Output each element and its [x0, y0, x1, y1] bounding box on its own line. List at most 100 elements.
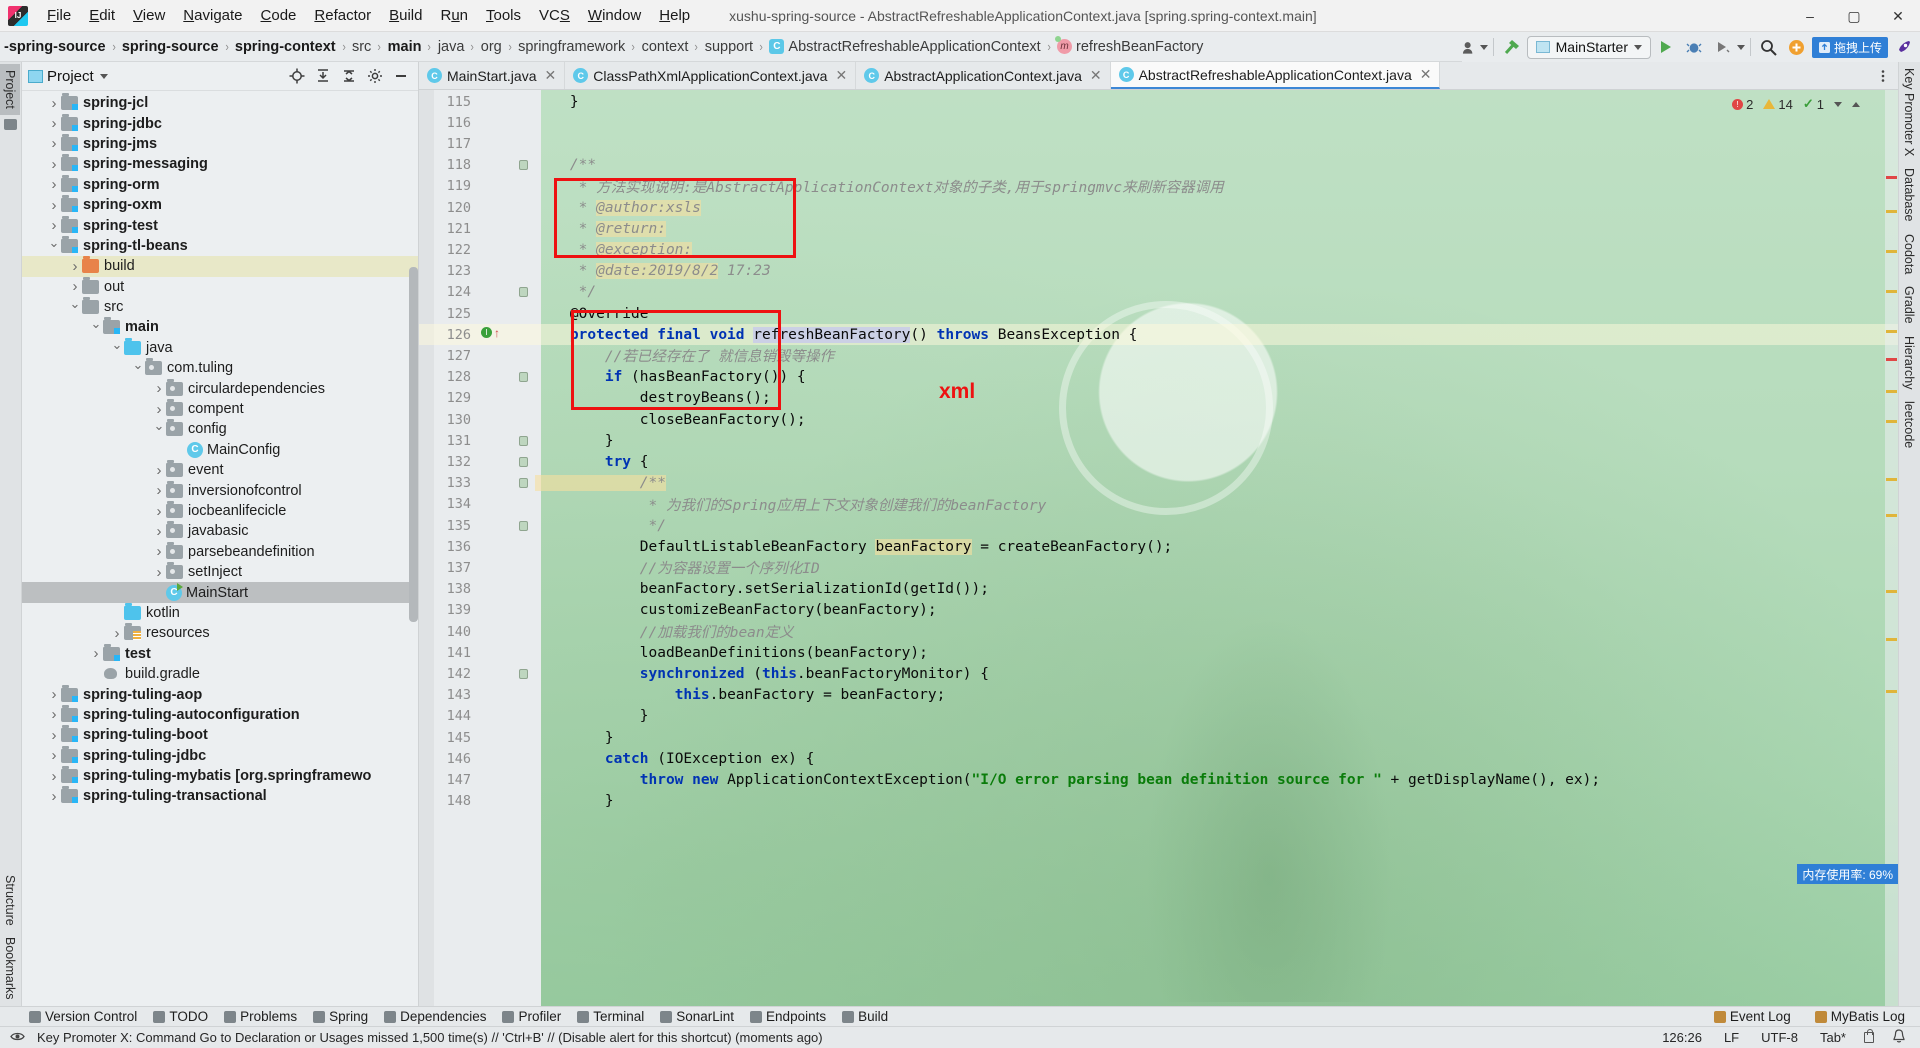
chevron-right-icon[interactable]	[47, 176, 61, 193]
gutter-marker[interactable]: I ↑	[475, 324, 527, 345]
gutter-marker[interactable]	[475, 112, 527, 133]
chevron-down-icon[interactable]	[99, 73, 108, 79]
gutter-marker[interactable]	[475, 303, 527, 324]
plugin-add-icon[interactable]	[1784, 35, 1810, 59]
tree-node-build-gradle[interactable]: build.gradle	[22, 664, 418, 684]
bottom-bar-buttons[interactable]: Version Control TODO Problems Spring Depende…	[22, 1008, 895, 1025]
tool-tab-gradle[interactable]: Gradle	[1899, 280, 1919, 330]
code-fold-marker[interactable]	[519, 160, 528, 171]
breadcrumb-item-main[interactable]: main	[384, 39, 426, 55]
gutter-marker[interactable]	[475, 239, 527, 260]
menu-navigate[interactable]: Navigate	[174, 3, 251, 28]
stripe-marker[interactable]	[1886, 420, 1897, 423]
tree-node-resources[interactable]: resources	[22, 623, 418, 643]
ok-count-chip[interactable]: ✓ 1	[1803, 96, 1824, 112]
project-tree[interactable]: spring-jcl spring-jdbc spring-jms spring-me…	[22, 91, 418, 1006]
code-line-141[interactable]: 141 loadBeanDefinitions(beanFactory);	[419, 642, 1898, 663]
tool-tab-database[interactable]: Database	[1899, 162, 1919, 228]
chevron-right-icon[interactable]	[152, 462, 166, 479]
stripe-marker[interactable]	[1886, 210, 1897, 213]
chevron-down-icon[interactable]	[152, 421, 166, 437]
stripe-marker[interactable]	[1886, 176, 1897, 179]
tool-tab-bookmarks[interactable]: Bookmarks	[0, 931, 20, 1006]
expand-all-icon[interactable]	[312, 65, 334, 87]
close-tab-icon[interactable]: ✕	[1090, 67, 1102, 84]
tree-node-spring-tl-beans[interactable]: spring-tl-beans	[22, 235, 418, 256]
tree-node-spring-tuling-boot[interactable]: spring-tuling-boot	[22, 725, 418, 745]
code-editor[interactable]: 115 } 116 117 118 /** 119 * 方法实现说明:是Abstract…	[419, 90, 1898, 1006]
bottom-tab-build[interactable]: Build	[835, 1008, 895, 1025]
tree-node-com-tuling[interactable]: com.tuling	[22, 358, 418, 378]
gutter-marker[interactable]	[475, 388, 527, 409]
tree-node-kotlin[interactable]: kotlin	[22, 602, 418, 623]
chevron-right-icon[interactable]	[47, 727, 61, 744]
tree-node-iocbeanlifecicle[interactable]: iocbeanlifecicle	[22, 501, 418, 521]
tool-tab-project[interactable]: Project	[0, 64, 20, 115]
breadcrumb-item-springframework[interactable]: springframework	[514, 39, 629, 55]
tree-node-circulardependencies[interactable]: circulardependencies	[22, 378, 418, 398]
tree-node-spring-tuling-aop[interactable]: spring-tuling-aop	[22, 684, 418, 704]
rocket-icon[interactable]	[1890, 35, 1916, 59]
chevron-right-icon[interactable]	[152, 380, 166, 397]
override-arrow-icon[interactable]: ↑	[494, 326, 500, 340]
project-tool-window[interactable]: Project spring-jclspring-jdbcspring-jmss…	[22, 62, 419, 1006]
code-text[interactable]: protected final void refreshBeanFactory(…	[527, 326, 1137, 343]
code-line-134[interactable]: 134 * 为我们的Spring应用上下文对象创建我们的beanFactory	[419, 494, 1898, 515]
code-text[interactable]: DefaultListableBeanFactory beanFactory =…	[527, 538, 1172, 555]
menu-window[interactable]: Window	[579, 3, 650, 28]
code-line-133[interactable]: 133 /**	[419, 473, 1898, 494]
code-line-145[interactable]: 145 }	[419, 727, 1898, 748]
code-text[interactable]: destroyBeans();	[527, 390, 771, 406]
editor-tabs[interactable]: C MainStart.java ✕ C ClassPathXmlApplication…	[419, 62, 1441, 89]
code-line-123[interactable]: 123 * @date:2019/8/2 17:23	[419, 261, 1898, 282]
code-line-148[interactable]: 148 }	[419, 791, 1898, 812]
breadcrumb-item-context[interactable]: context	[638, 39, 693, 55]
gutter-marker[interactable]	[475, 197, 527, 218]
editor-area[interactable]: C MainStart.java ✕ C ClassPathXmlApplication…	[419, 62, 1898, 1006]
tree-node-spring-tuling-mybatis-org-springframewo[interactable]: spring-tuling-mybatis [org.springframewo	[22, 766, 418, 786]
tree-node-test[interactable]: test	[22, 643, 418, 664]
code-text[interactable]: }	[527, 433, 614, 449]
status-inspection-eye-icon[interactable]	[6, 1028, 29, 1048]
code-line-127[interactable]: 127 //若已经存在了 就信息销毁等操作	[419, 345, 1898, 366]
chevron-right-icon[interactable]	[47, 768, 61, 785]
bottom-tab-problems[interactable]: Problems	[217, 1008, 304, 1025]
code-line-144[interactable]: 144 }	[419, 706, 1898, 727]
chevron-down-icon[interactable]	[47, 238, 61, 254]
tree-node-spring-oxm[interactable]: spring-oxm	[22, 195, 418, 215]
tool-tab-leetcode[interactable]: leetcode	[1899, 395, 1919, 454]
tree-node-spring-tuling-autoconfiguration[interactable]: spring-tuling-autoconfiguration	[22, 704, 418, 725]
chevron-right-icon[interactable]	[47, 706, 61, 723]
code-text[interactable]: //为容器设置一个序列化ID	[527, 557, 820, 578]
tree-node-spring-test[interactable]: spring-test	[22, 215, 418, 235]
tree-node-parsebeandefinition[interactable]: parsebeandefinition	[22, 541, 418, 562]
tree-node-java[interactable]: java	[22, 337, 418, 358]
implementing-method-icon[interactable]: I	[481, 327, 492, 339]
code-text[interactable]: }	[527, 793, 614, 809]
breadcrumb-item-spring-source[interactable]: spring-source	[118, 39, 223, 55]
menu-edit[interactable]: Edit	[80, 3, 124, 28]
chevron-down-icon[interactable]	[110, 340, 124, 356]
chevron-right-icon[interactable]	[47, 135, 61, 152]
tree-node-inversionofcontrol[interactable]: inversionofcontrol	[22, 480, 418, 500]
breadcrumb-item-refreshbeanfactory[interactable]: m refreshBeanFactory	[1053, 36, 1207, 55]
bottom-tab-spring[interactable]: Spring	[306, 1008, 375, 1025]
chevron-down-icon[interactable]	[1736, 44, 1745, 50]
stripe-marker[interactable]	[1886, 250, 1897, 253]
code-line-138[interactable]: 138 beanFactory.setSerializationId(getId…	[419, 579, 1898, 600]
code-fold-marker[interactable]	[519, 435, 528, 446]
code-line-137[interactable]: 137 //为容器设置一个序列化ID	[419, 557, 1898, 578]
code-line-131[interactable]: 131 }	[419, 430, 1898, 451]
code-fold-marker[interactable]	[519, 456, 528, 467]
code-line-117[interactable]: 117	[419, 133, 1898, 154]
minimize-button[interactable]: –	[1788, 0, 1832, 32]
maximize-button[interactable]: ▢	[1832, 0, 1876, 32]
code-line-132[interactable]: 132 try {	[419, 451, 1898, 472]
right-tool-window-strip[interactable]: Key Promoter X Database Codota Gradle Hierar…	[1898, 62, 1920, 1006]
code-line-119[interactable]: 119 * 方法实现说明:是AbstractApplicationContext…	[419, 176, 1898, 197]
warning-count-chip[interactable]: 14	[1763, 97, 1793, 112]
code-line-136[interactable]: 136 DefaultListableBeanFactory beanFacto…	[419, 536, 1898, 557]
code-text[interactable]: throw new ApplicationContextException("I…	[527, 772, 1600, 788]
editor-tab-bar[interactable]: C MainStart.java ✕ C ClassPathXmlApplication…	[419, 62, 1898, 90]
tree-node-config[interactable]: config	[22, 419, 418, 439]
